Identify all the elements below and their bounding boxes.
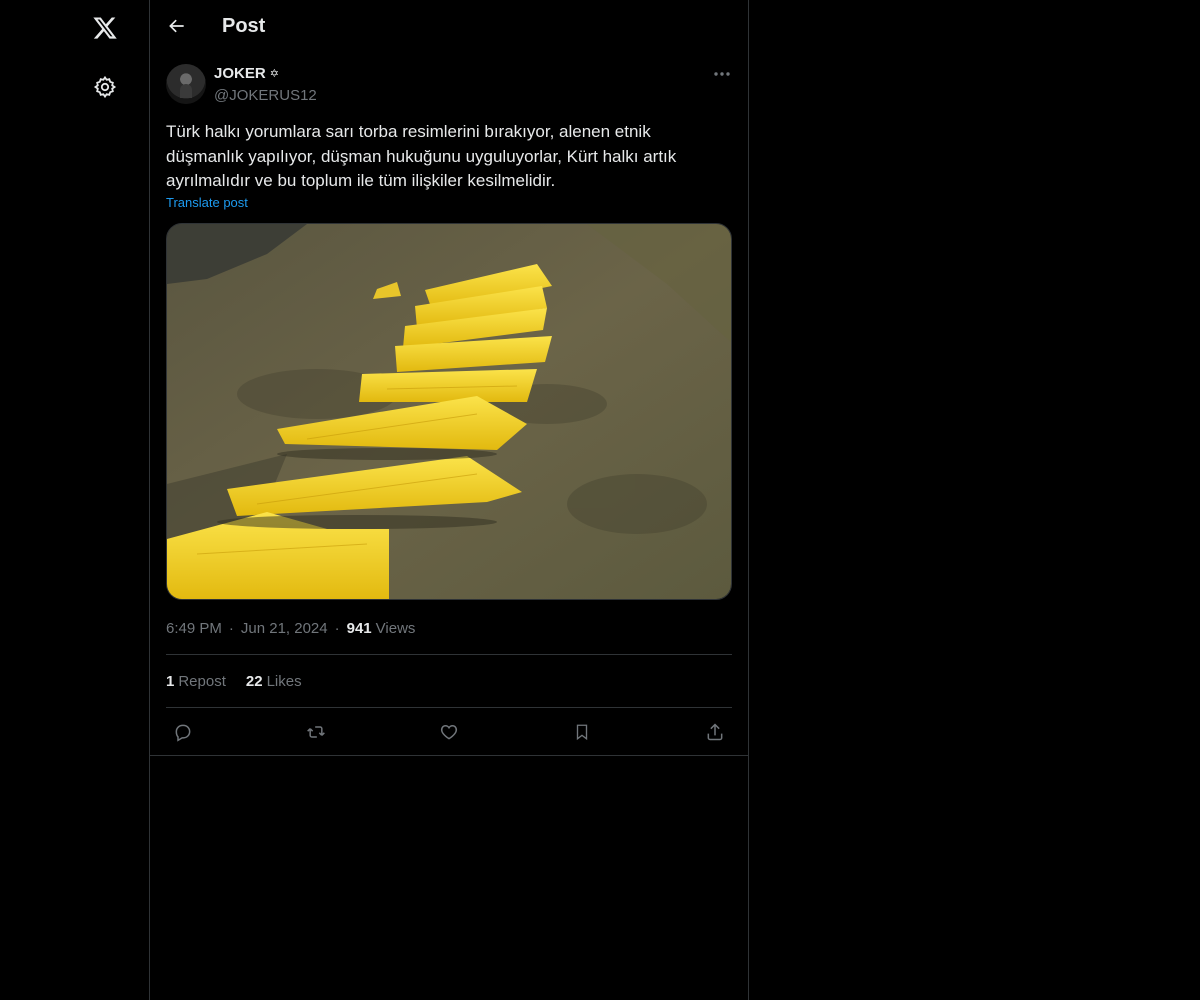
x-logo-icon[interactable] (90, 13, 120, 43)
avatar[interactable] (166, 64, 206, 104)
meta-separator: · (228, 620, 234, 637)
user-handle[interactable]: @JOKERUS12 (214, 87, 317, 104)
like-icon[interactable] (432, 720, 466, 744)
post-stats: 1 Repost 22 Likes (166, 673, 302, 690)
user-name-row: JOKER ✡ (214, 65, 279, 82)
main-column: Post JOKER ✡ @JOKERUS12 Türk halkı yorum… (149, 0, 749, 1000)
likes-stat[interactable]: 22 Likes (246, 673, 302, 690)
reposts-label: Repost (178, 673, 226, 690)
post-date[interactable]: Jun 21, 2024 (241, 620, 328, 637)
divider (166, 654, 732, 655)
post: JOKER ✡ @JOKERUS12 Türk halkı yorumlara … (150, 54, 748, 756)
display-name[interactable]: JOKER (214, 65, 266, 82)
share-icon[interactable] (698, 720, 732, 744)
page-title: Post (222, 15, 266, 37)
back-arrow-icon[interactable] (166, 15, 188, 37)
reposts-count: 1 (166, 673, 175, 690)
reposts-stat[interactable]: 1 Repost (166, 673, 226, 690)
meta-separator: · (334, 620, 340, 637)
post-actions (166, 720, 732, 744)
views-count: 941 (346, 620, 372, 637)
more-options-icon[interactable] (712, 64, 732, 84)
likes-label: Likes (266, 673, 302, 690)
bookmark-icon[interactable] (565, 720, 599, 744)
likes-count: 22 (245, 673, 263, 690)
translate-post-link[interactable]: Translate post (166, 195, 248, 210)
post-text: Türk halkı yorumlara sarı torba resimler… (166, 122, 677, 190)
reply-icon[interactable] (166, 720, 200, 744)
divider (166, 707, 732, 708)
repost-icon[interactable] (299, 720, 333, 744)
post-meta: 6:49 PM · Jun 21, 2024 · 941 Views (166, 620, 415, 637)
left-nav (0, 0, 149, 1000)
star-of-david-icon: ✡ (269, 68, 279, 80)
post-image[interactable] (166, 223, 732, 600)
post-time[interactable]: 6:49 PM (166, 620, 222, 637)
gear-icon[interactable] (92, 74, 118, 100)
page-header: Post (150, 0, 748, 54)
views-label: Views (375, 620, 416, 637)
